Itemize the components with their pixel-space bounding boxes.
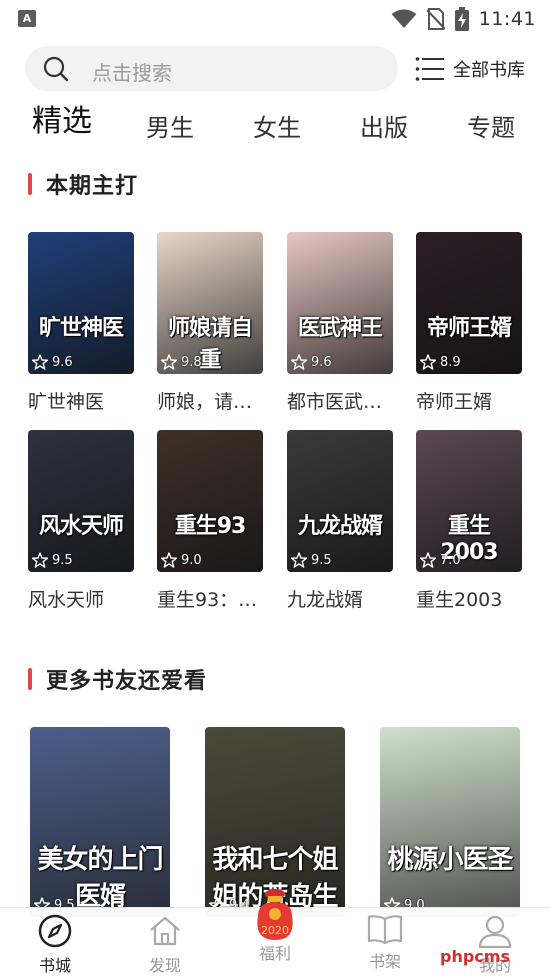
cover-title: 风水天师 xyxy=(38,514,124,539)
lucky-bag-icon: 2020 xyxy=(257,889,293,940)
book-rating: 9.5 xyxy=(32,552,73,568)
section-accent-bar xyxy=(28,668,32,690)
no-sim-icon xyxy=(426,8,445,30)
tab-topics[interactable]: 专题 xyxy=(467,108,515,143)
section-header-featured: 本期主打 xyxy=(28,170,139,199)
star-icon xyxy=(161,354,177,370)
star-icon xyxy=(32,552,48,568)
nav-welfare[interactable]: 2020 福利 xyxy=(240,886,310,964)
star-icon xyxy=(161,552,177,568)
cover-title: 桃源小医圣 xyxy=(387,845,513,875)
nav-bookshelf[interactable]: 书架 xyxy=(350,914,420,972)
book-cover: 师娘请自重 9.8 xyxy=(157,232,263,374)
cover-title: 旷世神医 xyxy=(38,316,124,341)
book-card[interactable]: 九龙战婿 9.5 九龙战婿 xyxy=(287,430,393,612)
nav-label: 书架 xyxy=(368,952,401,971)
book-rating: 9.8 xyxy=(161,354,202,370)
book-title: 师娘，请… xyxy=(157,391,253,413)
book-cover: 帝师王婿 8.9 xyxy=(416,232,522,374)
book-card[interactable]: 风水天师 9.5 风水天师 xyxy=(28,430,134,612)
tab-publishing[interactable]: 出版 xyxy=(360,108,408,143)
book-cover: 风水天师 9.5 xyxy=(28,430,134,572)
book-card[interactable]: 重生2003 7.0 重生2003 xyxy=(416,430,522,612)
battery-charging-icon xyxy=(454,7,469,31)
book-rating: 9.0 xyxy=(161,552,202,568)
nav-bookstore[interactable]: 书城 xyxy=(20,914,90,976)
book-rating: 7.0 xyxy=(420,552,461,568)
rating-value: 9.6 xyxy=(311,354,332,370)
bottom-navigation: 书城 发现 2020 福利 书架 我的 xyxy=(0,889,550,977)
book-cover: 旷世神医 9.6 xyxy=(28,232,134,374)
nav-label: 福利 xyxy=(258,944,291,963)
list-menu-icon xyxy=(415,57,444,81)
book-rating: 9.6 xyxy=(291,354,332,370)
rating-value: 7.0 xyxy=(440,552,461,568)
search-icon xyxy=(43,56,69,82)
home-icon xyxy=(150,916,180,946)
star-icon xyxy=(420,354,436,370)
nav-discover[interactable]: 发现 xyxy=(130,914,200,976)
search-placeholder: 点击搜索 xyxy=(92,61,172,85)
svg-text:2020: 2020 xyxy=(261,924,289,937)
tab-selected[interactable]: 精选 xyxy=(32,96,92,140)
book-rating: 9.5 xyxy=(291,552,332,568)
book-icon xyxy=(367,915,403,944)
section-accent-bar xyxy=(28,173,32,195)
book-cover: 九龙战婿 9.5 xyxy=(287,430,393,572)
book-title: 九龙战婿 xyxy=(287,589,364,611)
cover-title: 重生93 xyxy=(174,514,247,539)
cover-title: 医武神王 xyxy=(297,316,383,341)
status-bar: A 11:41 xyxy=(0,0,550,36)
book-card[interactable]: 美女的上门医婿 9.5 xyxy=(30,727,170,917)
nav-label: 发现 xyxy=(148,956,181,975)
book-title: 旷世神医 xyxy=(28,391,105,413)
rating-value: 9.5 xyxy=(52,552,73,568)
book-card[interactable]: 帝师王婿 8.9 帝师王婿 xyxy=(416,232,522,414)
all-library-button[interactable]: 全部书库 xyxy=(415,55,525,83)
rating-value: 9.5 xyxy=(311,552,332,568)
rating-value: 9.6 xyxy=(52,354,73,370)
book-cover: 医武神王 9.6 xyxy=(287,232,393,374)
all-library-label: 全部书库 xyxy=(453,60,525,81)
section-title: 更多书友还爱看 xyxy=(46,669,208,694)
app-notification-icon: A xyxy=(18,10,36,27)
book-card[interactable]: 医武神王 9.6 都市医武… xyxy=(287,232,393,414)
star-icon xyxy=(420,552,436,568)
star-icon xyxy=(291,354,307,370)
watermark: phpcms xyxy=(440,947,510,966)
book-rating: 8.9 xyxy=(420,354,461,370)
book-title: 重生93：… xyxy=(157,589,258,611)
book-card[interactable]: 师娘请自重 9.8 师娘，请… xyxy=(157,232,263,414)
rating-value: 8.9 xyxy=(440,354,461,370)
book-title: 重生2003 xyxy=(416,589,503,611)
wifi-icon xyxy=(391,9,417,28)
book-card[interactable]: 桃源小医圣 9.0 xyxy=(380,727,520,917)
book-cover: 重生93 9.0 xyxy=(157,430,263,572)
compass-icon xyxy=(38,914,72,948)
book-card[interactable]: 旷世神医 9.6 旷世神医 xyxy=(28,232,134,414)
rating-value: 9.0 xyxy=(181,552,202,568)
book-card[interactable]: 重生93 9.0 重生93：… xyxy=(157,430,263,612)
search-input[interactable]: 点击搜索 xyxy=(25,46,398,91)
status-indicators: 11:41 xyxy=(391,7,536,31)
section-title: 本期主打 xyxy=(46,174,139,199)
book-cover: 重生2003 7.0 xyxy=(416,430,522,572)
user-icon xyxy=(478,915,512,948)
tab-female[interactable]: 女生 xyxy=(253,108,301,143)
status-time: 11:41 xyxy=(478,8,536,30)
category-tabs: 精选 男生 女生 出版 专题 xyxy=(0,100,550,146)
tab-male[interactable]: 男生 xyxy=(146,108,194,143)
rating-value: 9.8 xyxy=(181,354,202,370)
book-title: 风水天师 xyxy=(28,589,105,611)
cover-title: 九龙战婿 xyxy=(297,514,383,539)
book-title: 都市医武… xyxy=(287,391,383,413)
book-title: 帝师王婿 xyxy=(416,391,493,413)
star-icon xyxy=(291,552,307,568)
nav-mine[interactable]: 我的 xyxy=(460,914,530,976)
cover-title: 帝师王婿 xyxy=(426,316,512,341)
book-rating: 9.6 xyxy=(32,354,73,370)
section-header-more: 更多书友还爱看 xyxy=(28,665,208,694)
nav-label: 书城 xyxy=(38,956,71,975)
star-icon xyxy=(32,354,48,370)
